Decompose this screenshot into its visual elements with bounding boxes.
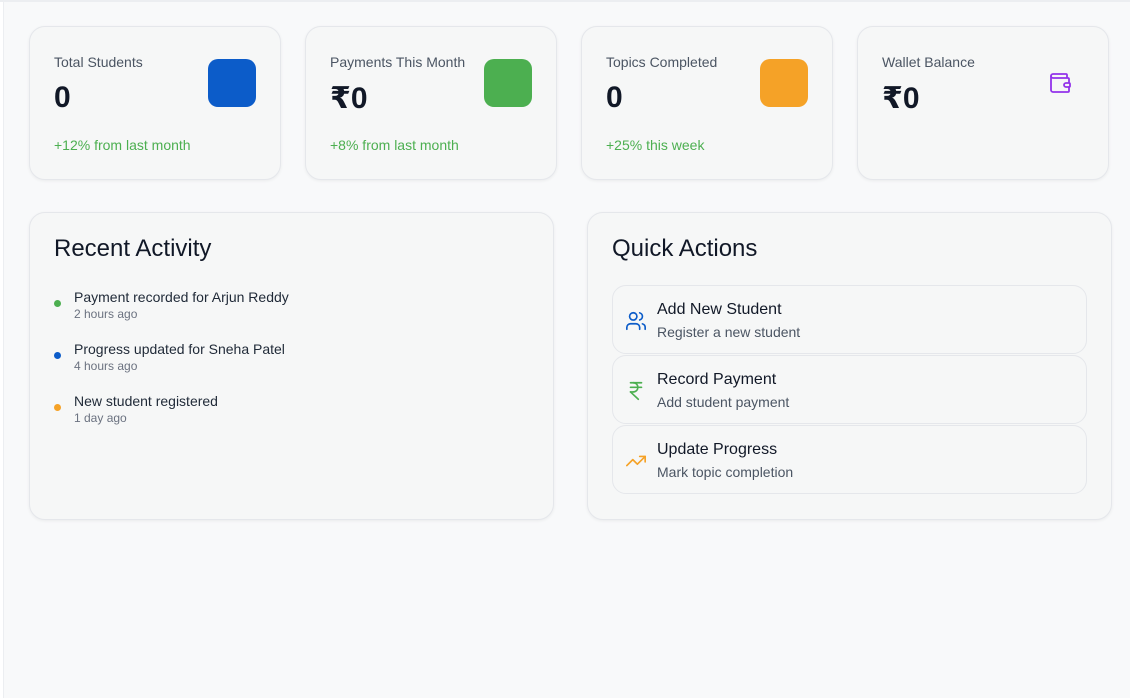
list-item: Payment recorded for Arjun Reddy 2 hours… xyxy=(54,288,289,340)
activity-text: Progress updated for Sneha Patel xyxy=(74,341,285,357)
add-new-student-button[interactable]: Add New Student Register a new student xyxy=(612,285,1087,354)
quick-actions-panel: Quick Actions Add New Student Register a… xyxy=(587,212,1112,520)
record-payment-button[interactable]: Record Payment Add student payment xyxy=(612,355,1087,424)
list-item: Progress updated for Sneha Patel 4 hours… xyxy=(54,340,289,392)
orange-square-icon xyxy=(760,59,808,107)
green-square-icon xyxy=(484,59,532,107)
header-divider xyxy=(0,0,1130,2)
stat-card-payments: Payments This Month ₹0 +8% from last mon… xyxy=(305,26,557,180)
stat-label: Wallet Balance xyxy=(882,54,975,70)
trending-up-icon xyxy=(625,450,647,472)
action-subtitle: Register a new student xyxy=(657,324,801,340)
update-progress-button[interactable]: Update Progress Mark topic completion xyxy=(612,425,1087,494)
action-subtitle: Mark topic completion xyxy=(657,464,794,480)
stat-label: Total Students xyxy=(54,54,143,70)
stat-value: 0 xyxy=(54,81,71,114)
activity-text: New student registered xyxy=(74,393,218,409)
activity-time: 4 hours ago xyxy=(74,359,138,373)
rupee-icon xyxy=(625,380,647,402)
status-dot xyxy=(54,404,61,411)
stat-change: +12% from last month xyxy=(54,137,191,153)
stat-card-total-students: Total Students 0 +12% from last month xyxy=(29,26,281,180)
stat-value: ₹0 xyxy=(882,82,920,115)
stat-value: 0 xyxy=(606,81,623,114)
activity-list: Payment recorded for Arjun Reddy 2 hours… xyxy=(54,288,289,444)
panel-title: Recent Activity xyxy=(54,235,212,262)
stat-label: Topics Completed xyxy=(606,54,718,70)
panel-title: Quick Actions xyxy=(612,235,758,262)
activity-time: 2 hours ago xyxy=(74,307,138,321)
stat-label: Payments This Month xyxy=(330,54,466,70)
activity-time: 1 day ago xyxy=(74,411,127,425)
recent-activity-panel: Recent Activity Payment recorded for Arj… xyxy=(29,212,554,520)
actions-list: Add New Student Register a new student R… xyxy=(612,285,1087,495)
activity-text: Payment recorded for Arjun Reddy xyxy=(74,289,289,305)
stat-change: +25% this week xyxy=(606,137,705,153)
action-title: Record Payment xyxy=(657,371,777,388)
action-title: Update Progress xyxy=(657,441,778,458)
stats-row: Total Students 0 +12% from last month Pa… xyxy=(29,26,1109,180)
wallet-icon xyxy=(1036,59,1084,107)
stat-value: ₹0 xyxy=(330,82,368,115)
sidebar-edge xyxy=(0,0,4,698)
stat-change: +8% from last month xyxy=(330,137,459,153)
status-dot xyxy=(54,352,61,359)
status-dot xyxy=(54,300,61,307)
blue-square-icon xyxy=(208,59,256,107)
action-title: Add New Student xyxy=(657,301,782,318)
stat-card-wallet: Wallet Balance ₹0 xyxy=(857,26,1109,180)
users-icon xyxy=(625,310,647,332)
list-item: New student registered 1 day ago xyxy=(54,392,289,444)
stat-card-topics: Topics Completed 0 +25% this week xyxy=(581,26,833,180)
action-subtitle: Add student payment xyxy=(657,394,790,410)
